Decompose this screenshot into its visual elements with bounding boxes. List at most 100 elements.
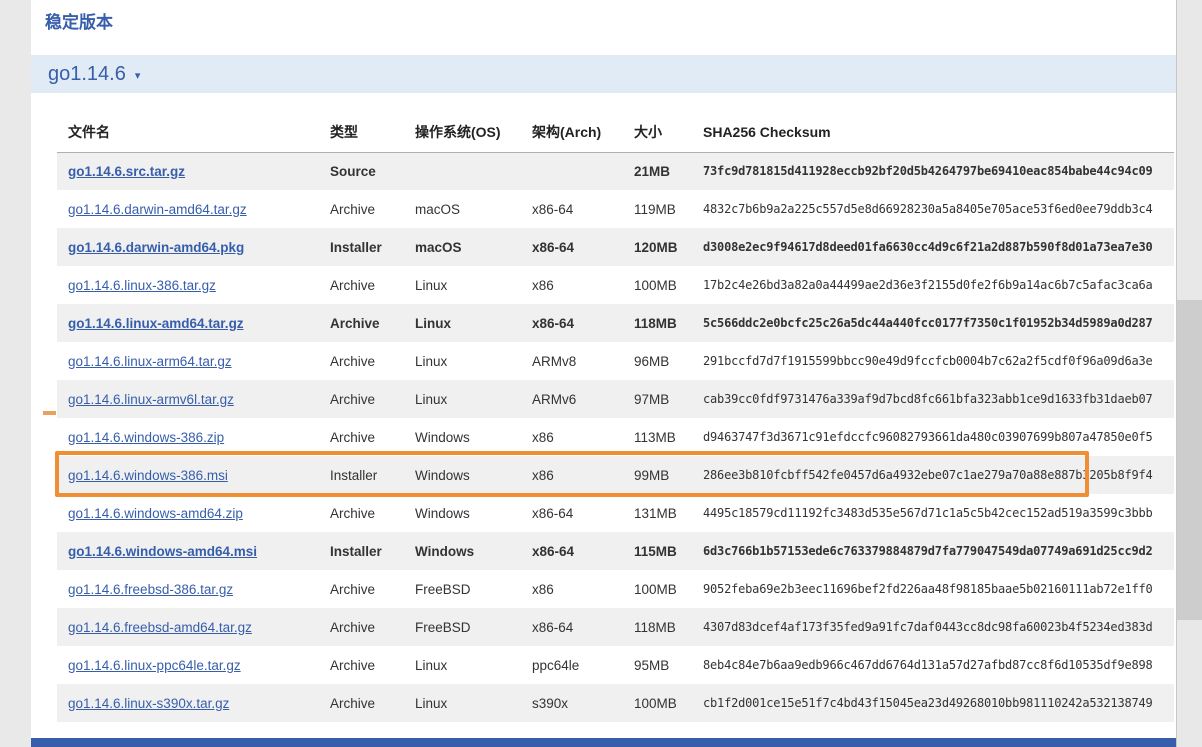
arch-cell: ARMv8 xyxy=(532,342,634,380)
checksum-cell: 9052feba69e2b3eec11696bef2fd226aa48f9818… xyxy=(703,570,1174,608)
checksum-cell: 17b2c4e26bd3a82a0a44499ae2d36e3f2155d0fe… xyxy=(703,266,1174,304)
arch-cell xyxy=(532,152,634,190)
arch-cell: x86-64 xyxy=(532,304,634,342)
table-body: go1.14.6.src.tar.gzSource21MB73fc9d78181… xyxy=(57,152,1174,722)
column-header: 文件名 xyxy=(57,112,330,152)
table-row: go1.14.6.linux-386.tar.gz ArchiveLinuxx86… xyxy=(57,266,1174,304)
arch-cell: ARMv6 xyxy=(532,380,634,418)
type-cell: Archive xyxy=(330,684,415,722)
type-cell: Archive xyxy=(330,418,415,456)
size-cell: 118MB xyxy=(634,608,703,646)
type-cell: Archive xyxy=(330,266,415,304)
version-label: go1.14.6 xyxy=(48,63,126,86)
size-cell: 99MB xyxy=(634,456,703,494)
type-cell: Archive xyxy=(330,494,415,532)
column-header: 类型 xyxy=(330,112,415,152)
size-cell: 100MB xyxy=(634,684,703,722)
arch-cell: s390x xyxy=(532,684,634,722)
filename-cell: go1.14.6.linux-amd64.tar.gz xyxy=(57,304,330,342)
arch-cell: x86-64 xyxy=(532,608,634,646)
arch-cell: x86 xyxy=(532,266,634,304)
checksum-cell: 6d3c766b1b57153ede6c763379884879d7fa7790… xyxy=(703,532,1174,570)
type-cell: Archive xyxy=(330,304,415,342)
scrollbar-thumb[interactable] xyxy=(1177,300,1202,620)
page-left-gutter xyxy=(0,0,31,747)
checksum-cell: d3008e2ec9f94617d8deed01fa6630cc4d9c6f21… xyxy=(703,228,1174,266)
download-link[interactable]: go1.14.6.freebsd-386.tar.gz xyxy=(68,582,233,597)
size-cell: 113MB xyxy=(634,418,703,456)
os-cell: macOS xyxy=(415,228,532,266)
download-link[interactable]: go1.14.6.freebsd-amd64.tar.gz xyxy=(68,620,252,635)
download-link[interactable]: go1.14.6.windows-386.msi xyxy=(68,468,228,483)
table-row: go1.14.6.darwin-amd64.tar.gzArchivemacOS… xyxy=(57,190,1174,228)
size-cell: 115MB xyxy=(634,532,703,570)
os-cell: Linux xyxy=(415,304,532,342)
table-row: go1.14.6.windows-amd64.zipArchiveWindows… xyxy=(57,494,1174,532)
download-link[interactable]: go1.14.6.windows-amd64.zip xyxy=(68,506,243,521)
type-cell: Archive xyxy=(330,608,415,646)
checksum-cell: 291bccfd7d7f1915599bbcc90e49d9fccfcb0004… xyxy=(703,342,1174,380)
arch-cell: x86-64 xyxy=(532,494,634,532)
type-cell: Installer xyxy=(330,532,415,570)
os-cell: Linux xyxy=(415,266,532,304)
download-link[interactable]: go1.14.6.windows-amd64.msi xyxy=(68,544,257,559)
download-link[interactable]: go1.14.6.src.tar.gz xyxy=(68,164,185,179)
download-link[interactable]: go1.14.6.linux-arm64.tar.gz xyxy=(68,354,232,369)
download-link[interactable]: go1.14.6.darwin-amd64.pkg xyxy=(68,240,244,255)
os-cell: Windows xyxy=(415,532,532,570)
filename-cell: go1.14.6.linux-armv6l.tar.gz xyxy=(57,380,330,418)
type-cell: Archive xyxy=(330,342,415,380)
filename-cell: go1.14.6.linux-ppc64le.tar.gz xyxy=(57,646,330,684)
download-link[interactable]: go1.14.6.linux-386.tar.gz xyxy=(68,278,216,293)
checksum-cell: 8eb4c84e7b6aa9edb966c467dd6764d131a57d27… xyxy=(703,646,1174,684)
table-row: go1.14.6.linux-amd64.tar.gz ArchiveLinuxx… xyxy=(57,304,1174,342)
size-cell: 100MB xyxy=(634,570,703,608)
arch-cell: x86-64 xyxy=(532,228,634,266)
os-cell: Windows xyxy=(415,418,532,456)
filename-cell: go1.14.6.windows-386.msi xyxy=(57,456,330,494)
os-cell: Linux xyxy=(415,646,532,684)
size-cell: 119MB xyxy=(634,190,703,228)
table-row: go1.14.6.freebsd-amd64.tar.gz ArchiveFree… xyxy=(57,608,1174,646)
vertical-scrollbar[interactable] xyxy=(1176,0,1202,747)
downloads-content: 稳定版本 go1.14.6 ▾ 文件名类型操作系统(OS)架构(Arch)大小S… xyxy=(31,0,1176,722)
type-cell: Archive xyxy=(330,570,415,608)
download-link[interactable]: go1.14.6.linux-armv6l.tar.gz xyxy=(68,392,234,407)
filename-cell: go1.14.6.windows-amd64.zip xyxy=(57,494,330,532)
checksum-cell: 286ee3b810fcbff542fe0457d6a4932ebe07c1ae… xyxy=(703,456,1174,494)
table-row: go1.14.6.linux-s390x.tar.gz ArchiveLinuxs… xyxy=(57,684,1174,722)
size-cell: 131MB xyxy=(634,494,703,532)
os-cell: FreeBSD xyxy=(415,608,532,646)
os-cell: Windows xyxy=(415,456,532,494)
footer-bar xyxy=(31,738,1176,747)
size-cell: 97MB xyxy=(634,380,703,418)
table-row: go1.14.6.windows-386.zip ArchiveWindowsx8… xyxy=(57,418,1174,456)
filename-cell: go1.14.6.freebsd-386.tar.gz xyxy=(57,570,330,608)
os-cell: Linux xyxy=(415,380,532,418)
version-selector[interactable]: go1.14.6 ▾ xyxy=(31,55,1176,93)
filename-cell: go1.14.6.linux-386.tar.gz xyxy=(57,266,330,304)
column-header: 大小 xyxy=(634,112,703,152)
downloads-table: 文件名类型操作系统(OS)架构(Arch)大小SHA256 Checksum g… xyxy=(57,112,1174,722)
column-header: 架构(Arch) xyxy=(532,112,634,152)
arch-cell: x86 xyxy=(532,418,634,456)
arch-cell: ppc64le xyxy=(532,646,634,684)
os-cell: macOS xyxy=(415,190,532,228)
filename-cell: go1.14.6.darwin-amd64.pkg xyxy=(57,228,330,266)
download-link[interactable]: go1.14.6.linux-s390x.tar.gz xyxy=(68,696,229,711)
download-link[interactable]: go1.14.6.linux-amd64.tar.gz xyxy=(68,316,244,331)
filename-cell: go1.14.6.darwin-amd64.tar.gz xyxy=(57,190,330,228)
checksum-cell: 4832c7b6b9a2a225c557d5e8d66928230a5a8405… xyxy=(703,190,1174,228)
download-link[interactable]: go1.14.6.linux-ppc64le.tar.gz xyxy=(68,658,241,673)
os-cell: Linux xyxy=(415,684,532,722)
checksum-cell: cab39cc0fdf9731476a339af9d7bcd8fc661bfa3… xyxy=(703,380,1174,418)
filename-cell: go1.14.6.linux-s390x.tar.gz xyxy=(57,684,330,722)
table-row: go1.14.6.windows-386.msiInstallerWindows… xyxy=(57,456,1174,494)
filename-cell: go1.14.6.windows-386.zip xyxy=(57,418,330,456)
size-cell: 118MB xyxy=(634,304,703,342)
table-row: go1.14.6.freebsd-386.tar.gzArchiveFreeBS… xyxy=(57,570,1174,608)
table-row: go1.14.6.src.tar.gzSource21MB73fc9d78181… xyxy=(57,152,1174,190)
filename-cell: go1.14.6.windows-amd64.msi xyxy=(57,532,330,570)
download-link[interactable]: go1.14.6.windows-386.zip xyxy=(68,430,224,445)
download-link[interactable]: go1.14.6.darwin-amd64.tar.gz xyxy=(68,202,247,217)
